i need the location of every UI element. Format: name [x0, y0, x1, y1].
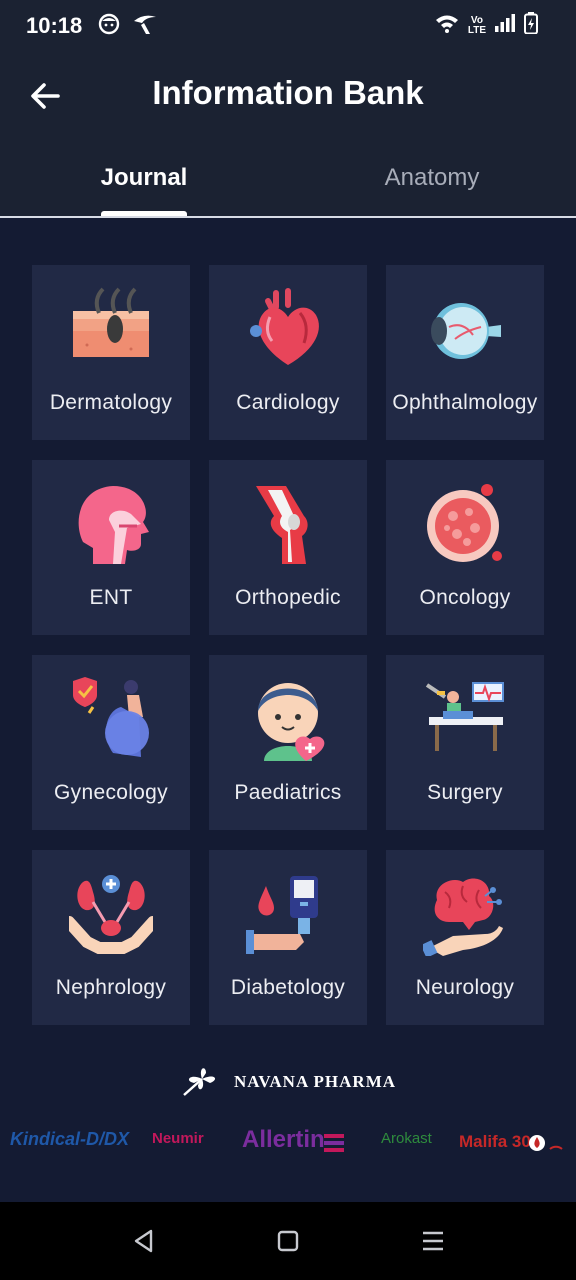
page-title: Information Bank [152, 74, 424, 111]
category-card-diabetology[interactable]: Diabetology [209, 850, 367, 1025]
skin-hair-icon [69, 287, 153, 371]
child-icon [246, 677, 330, 761]
brand-strip: Kindical-D/DX Neumir Allertin Arokast Ma… [0, 1122, 576, 1162]
category-label: Ophthalmology [392, 391, 538, 414]
category-card-neurology[interactable]: Neurology [386, 850, 544, 1025]
category-label: Surgery [427, 781, 503, 804]
carrier-logo-icon [132, 13, 158, 40]
category-label: Dermatology [49, 391, 173, 414]
category-label: Gynecology [54, 781, 168, 804]
sponsor-name: NAVANA PHARMA [233, 1072, 397, 1091]
surgery-table-icon [423, 677, 507, 761]
category-label: Oncology [419, 586, 511, 609]
malifa-drop-icon [528, 1133, 564, 1158]
category-card-paediatrics[interactable]: Paediatrics [209, 655, 367, 830]
category-card-oncology[interactable]: Oncology [386, 460, 544, 635]
back-triangle-icon [134, 1229, 153, 1253]
active-tab-indicator [101, 211, 187, 216]
status-time: 10:18 [26, 13, 83, 38]
category-card-dermatology[interactable]: Dermatology [32, 265, 190, 440]
category-card-ent[interactable]: ENT [32, 460, 190, 635]
category-label: Paediatrics [234, 781, 342, 804]
brand-malifa[interactable]: Malifa 30 [459, 1132, 531, 1152]
menu-lines-icon [423, 1231, 443, 1251]
sponsor-banner: NAVANA PHARMA [0, 1062, 576, 1102]
signal-icon [495, 14, 515, 37]
home-square-icon [277, 1230, 299, 1252]
category-label: Neurology [415, 976, 515, 999]
knee-bone-icon [246, 482, 330, 566]
category-label: Diabetology [230, 976, 346, 999]
navana-flower-logo [180, 1063, 224, 1102]
kidney-hands-icon [69, 872, 153, 956]
pregnant-woman-icon [69, 677, 153, 761]
head-throat-icon [69, 482, 153, 566]
tab-bar: Journal Anatomy [0, 140, 576, 218]
brand-allertin[interactable]: Allertin [242, 1126, 325, 1154]
category-card-nephrology[interactable]: Nephrology [32, 850, 190, 1025]
category-label: Cardiology [236, 391, 340, 414]
heart-icon [246, 287, 330, 371]
category-card-surgery[interactable]: Surgery [386, 655, 544, 830]
category-card-cardiology[interactable]: Cardiology [209, 265, 367, 440]
brain-hand-icon [423, 872, 507, 956]
volte-icon: Vo LTE [467, 14, 486, 36]
category-label: ENT [89, 586, 133, 609]
allertin-bars-icon [324, 1134, 344, 1159]
wifi-icon [435, 13, 459, 38]
category-grid: Dermatology Cardiology Ophthalmology ENT… [32, 265, 545, 1025]
brand-kindical[interactable]: Kindical-D/DX [10, 1129, 129, 1150]
nav-home-button[interactable] [275, 1228, 301, 1254]
category-card-ophthalmology[interactable]: Ophthalmology [386, 265, 544, 440]
status-bar: 10:18 Vo LTE [0, 0, 576, 52]
tab-journal[interactable]: Journal [0, 140, 288, 216]
glucose-meter-icon [246, 872, 330, 956]
notification-face-icon [98, 13, 120, 40]
category-card-gynecology[interactable]: Gynecology [32, 655, 190, 830]
cancer-cell-icon [423, 482, 507, 566]
brand-arokast[interactable]: Arokast [381, 1130, 432, 1147]
category-label: Orthopedic [235, 586, 341, 609]
category-label: Nephrology [55, 976, 167, 999]
system-nav-bar [0, 1202, 576, 1280]
tab-anatomy[interactable]: Anatomy [288, 140, 576, 216]
nav-back-button[interactable] [131, 1228, 157, 1254]
app-bar: Information Bank [0, 52, 576, 140]
nav-menu-button[interactable] [420, 1228, 446, 1254]
eye-icon [423, 287, 507, 371]
brand-neumir[interactable]: Neumir [152, 1130, 204, 1147]
category-card-orthopedic[interactable]: Orthopedic [209, 460, 367, 635]
battery-charging-icon [524, 12, 538, 39]
